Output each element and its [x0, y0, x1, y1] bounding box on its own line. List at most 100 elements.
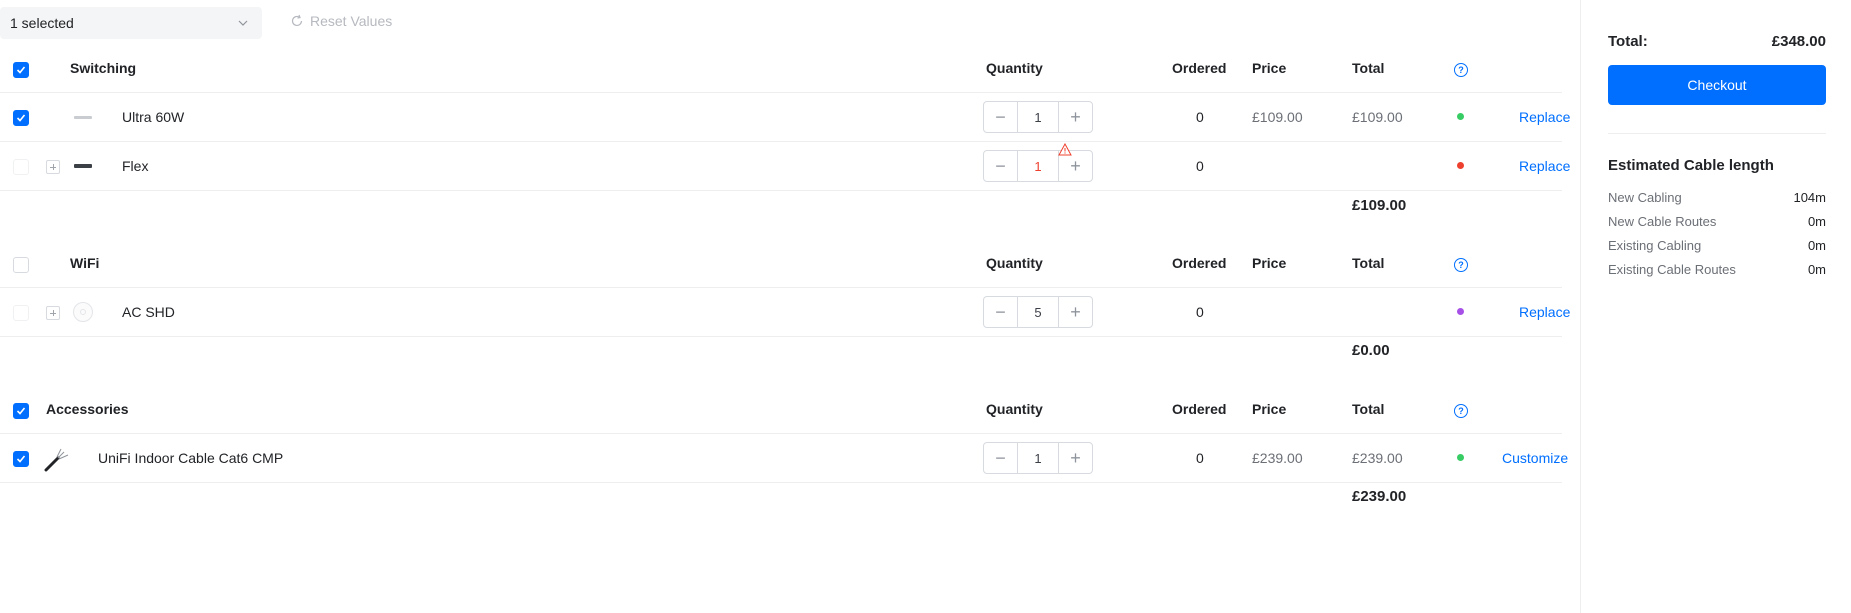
total-value: £239.00 — [1352, 450, 1403, 466]
column-ordered: Ordered — [1172, 60, 1227, 76]
plus-icon[interactable]: + — [1059, 443, 1092, 473]
access-point-thumbnail-icon — [73, 302, 93, 322]
reset-values-label: Reset Values — [310, 13, 393, 29]
row-checkbox[interactable] — [13, 110, 29, 126]
quantity-stepper[interactable]: − 1 + — [983, 101, 1093, 133]
status-dot — [1457, 113, 1464, 120]
plus-icon[interactable]: + — [1059, 297, 1092, 327]
product-name: Flex — [122, 158, 149, 174]
ordered-value: 0 — [1196, 109, 1204, 125]
quantity-stepper[interactable]: − 1 + — [983, 150, 1093, 182]
selection-dropdown[interactable]: 1 selected — [0, 7, 262, 39]
order-summary-panel: Total: £348.00 Checkout Estimated Cable … — [1580, 0, 1851, 613]
row-checkbox[interactable] — [13, 305, 29, 321]
table-row: Flex − 1 + 0 Replace — [0, 142, 1570, 191]
table-row: UniFi Indoor Cable Cat6 CMP − 1 + 0 £239… — [0, 434, 1568, 483]
refresh-icon — [291, 14, 303, 27]
help-icon[interactable]: ? — [1454, 404, 1468, 418]
ordered-value: 0 — [1196, 450, 1204, 466]
quantity-value[interactable]: 1 — [1017, 102, 1059, 132]
quantity-value[interactable]: 5 — [1017, 297, 1059, 327]
row-checkbox[interactable] — [13, 159, 29, 175]
checkout-button[interactable]: Checkout — [1608, 65, 1826, 105]
column-ordered: Ordered — [1172, 255, 1227, 271]
chevron-down-icon — [238, 20, 248, 26]
column-price: Price — [1252, 401, 1287, 417]
cable-line-value: 0m — [1807, 214, 1826, 229]
section-header-accessories: Accessories Quantity Ordered Price Total… — [0, 386, 1562, 434]
ordered-value: 0 — [1196, 158, 1204, 174]
cable-line-label: Existing Cabling — [1608, 238, 1702, 253]
table-row: AC SHD − 5 + 0 Replace — [0, 288, 1570, 337]
expand-icon[interactable] — [46, 160, 60, 174]
expand-icon[interactable] — [46, 306, 60, 320]
quantity-value[interactable]: 1 — [1017, 151, 1059, 181]
cable-length-title: Estimated Cable length — [1608, 157, 1774, 174]
ordered-value: 0 — [1196, 304, 1204, 320]
section-checkbox[interactable] — [13, 62, 29, 78]
section-header-switching: Switching Quantity Ordered Price Total ? — [0, 45, 1562, 93]
cable-line-value: 104m — [1793, 190, 1826, 205]
minus-icon[interactable]: − — [984, 443, 1017, 473]
section-subtotal: £0.00 — [1352, 342, 1390, 359]
cable-line-new-routes: New Cable Routes 0m — [1608, 214, 1826, 229]
minus-icon[interactable]: − — [984, 297, 1017, 327]
cable-line-value: 0m — [1807, 262, 1826, 277]
quantity-stepper[interactable]: − 5 + — [983, 296, 1093, 328]
help-icon[interactable]: ? — [1454, 63, 1468, 77]
product-name: UniFi Indoor Cable Cat6 CMP — [98, 450, 284, 466]
cable-line-label: Existing Cable Routes — [1608, 262, 1736, 277]
cable-line-existing-cabling: Existing Cabling 0m — [1608, 238, 1826, 253]
minus-icon[interactable]: − — [984, 151, 1017, 181]
column-total: Total — [1352, 401, 1385, 417]
total-value: £109.00 — [1352, 109, 1403, 125]
section-title: Switching — [70, 60, 137, 76]
section-subtotal: £239.00 — [1352, 488, 1407, 505]
switch-thumbnail-icon — [74, 116, 92, 119]
check-icon — [16, 407, 26, 415]
table-row: Ultra 60W − 1 + 0 £109.00 £109.00 Replac… — [0, 93, 1570, 142]
check-icon — [16, 455, 26, 463]
section-header-wifi: WiFi Quantity Ordered Price Total ? — [0, 240, 1562, 288]
minus-icon[interactable]: − — [984, 102, 1017, 132]
replace-link[interactable]: Replace — [1519, 109, 1570, 125]
replace-link[interactable]: Replace — [1519, 158, 1570, 174]
divider — [1608, 133, 1826, 134]
check-icon — [16, 114, 26, 122]
cable-line-value: 0m — [1807, 238, 1826, 253]
section-checkbox[interactable] — [13, 403, 29, 419]
column-price: Price — [1252, 60, 1287, 76]
quantity-value[interactable]: 1 — [1017, 443, 1059, 473]
quantity-stepper[interactable]: − 1 + — [983, 442, 1093, 474]
help-icon[interactable]: ? — [1454, 258, 1468, 272]
product-name: AC SHD — [122, 304, 175, 320]
check-icon — [16, 66, 26, 74]
order-total: Total: £348.00 — [1608, 33, 1826, 50]
price-value: £109.00 — [1252, 109, 1303, 125]
column-ordered: Ordered — [1172, 401, 1227, 417]
switch-thumbnail-icon — [74, 164, 92, 168]
selection-label: 1 selected — [10, 15, 74, 31]
cable-line-new-cabling: New Cabling 104m — [1608, 190, 1826, 205]
price-value: £239.00 — [1252, 450, 1303, 466]
section-subtotal: £109.00 — [1352, 197, 1407, 214]
reset-values-button[interactable]: Reset Values — [290, 13, 392, 29]
bill-of-materials: 1 selected Reset Values Switching Quanti… — [0, 0, 1580, 613]
column-price: Price — [1252, 255, 1287, 271]
cable-line-label: New Cabling — [1608, 190, 1682, 205]
customize-link[interactable]: Customize — [1502, 450, 1568, 466]
cable-line-label: New Cable Routes — [1608, 214, 1717, 229]
section-title: Accessories — [46, 401, 129, 417]
column-quantity: Quantity — [986, 60, 1043, 76]
replace-link[interactable]: Replace — [1519, 304, 1570, 320]
plus-icon[interactable]: + — [1059, 102, 1092, 132]
total-label: Total: — [1608, 33, 1648, 50]
column-quantity: Quantity — [986, 401, 1043, 417]
column-total: Total — [1352, 60, 1385, 76]
cable-line-existing-routes: Existing Cable Routes 0m — [1608, 262, 1826, 277]
cable-thumbnail-icon — [44, 448, 69, 472]
section-checkbox[interactable] — [13, 257, 29, 273]
product-name: Ultra 60W — [122, 109, 185, 125]
row-checkbox[interactable] — [13, 451, 29, 467]
status-dot — [1457, 454, 1464, 461]
